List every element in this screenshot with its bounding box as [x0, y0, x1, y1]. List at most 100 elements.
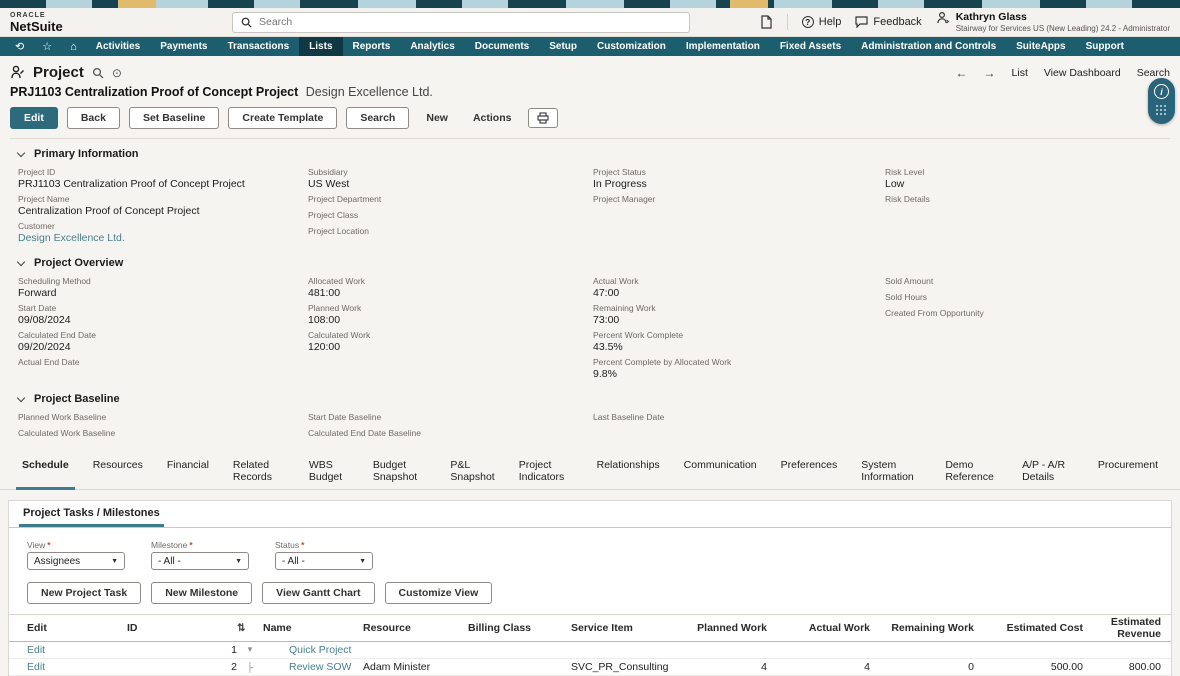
- nav-item[interactable]: Lists: [299, 37, 342, 56]
- nav-item[interactable]: Implementation: [676, 37, 770, 56]
- tab[interactable]: Schedule: [10, 454, 81, 489]
- new-project-task-button[interactable]: New Project Task: [27, 582, 141, 604]
- shortcuts-star-icon[interactable]: ☆: [33, 37, 61, 56]
- tab[interactable]: Communication: [672, 454, 769, 489]
- tab[interactable]: A/P - A/R Details: [1010, 454, 1086, 489]
- edit-link[interactable]: Edit: [27, 661, 127, 673]
- column-header-actual-work[interactable]: Actual Work: [767, 622, 870, 634]
- user-menu[interactable]: Kathryn Glass Stairway for Services US (…: [936, 11, 1170, 33]
- customize-view-button[interactable]: Customize View: [385, 582, 493, 604]
- tab[interactable]: Budget Snapshot: [361, 454, 439, 489]
- nav-item[interactable]: Setup: [539, 37, 587, 56]
- actions-menu-button[interactable]: Actions: [465, 108, 520, 128]
- tab[interactable]: Relationships: [585, 454, 672, 489]
- search-link[interactable]: Search: [1137, 67, 1170, 79]
- print-button[interactable]: [528, 108, 558, 128]
- field: Percent Work Complete 43.5%: [593, 330, 885, 354]
- nav-item[interactable]: Analytics: [400, 37, 464, 56]
- subtab-project-tasks[interactable]: Project Tasks / Milestones: [19, 501, 164, 527]
- field: Planned Work 108:00: [308, 303, 593, 327]
- column-header-id[interactable]: ID: [127, 622, 237, 634]
- feedback-button[interactable]: Feedback: [855, 16, 921, 28]
- column-header-remaining-work[interactable]: Remaining Work: [870, 622, 974, 634]
- filter-select[interactable]: Assignees ▼: [27, 552, 125, 570]
- tab[interactable]: P&L Snapshot: [438, 454, 506, 489]
- filter-select[interactable]: - All - ▼: [275, 552, 373, 570]
- edit-button[interactable]: Edit: [10, 107, 58, 129]
- column-header-planned-work[interactable]: Planned Work: [691, 622, 767, 634]
- create-template-button[interactable]: Create Template: [228, 107, 337, 129]
- tree-glyph[interactable]: ▾: [237, 644, 263, 655]
- tab[interactable]: WBS Budget: [297, 454, 361, 489]
- sort-icon[interactable]: ⇅: [237, 623, 263, 634]
- netsuite-logo[interactable]: ORACLE NetSuite: [10, 12, 63, 33]
- project-baseline-header[interactable]: Project Baseline: [18, 393, 1162, 405]
- customize-icon[interactable]: ⊙: [112, 66, 122, 80]
- primary-information-header[interactable]: Primary Information: [18, 148, 1162, 160]
- nav-item[interactable]: Support: [1076, 37, 1134, 56]
- nav-item[interactable]: Documents: [465, 37, 539, 56]
- info-icon[interactable]: i: [1154, 84, 1169, 99]
- field-label: Project Manager: [593, 194, 885, 205]
- nav-item[interactable]: Administration and Controls: [851, 37, 1006, 56]
- set-baseline-button[interactable]: Set Baseline: [129, 107, 219, 129]
- column-header-resource[interactable]: Resource: [363, 622, 468, 634]
- field: Project Name Centralization Proof of Con…: [18, 194, 308, 218]
- previous-record-button[interactable]: ←: [956, 66, 968, 80]
- field: Percent Complete by Allocated Work 9.8%: [593, 357, 885, 381]
- filter-select[interactable]: - All - ▼: [151, 552, 249, 570]
- tab[interactable]: System Information: [849, 454, 933, 489]
- task-id: 2: [127, 661, 237, 673]
- nav-item[interactable]: Transactions: [217, 37, 299, 56]
- field-label: Allocated Work: [308, 276, 593, 287]
- collapse-chevron-icon: [17, 393, 25, 401]
- record-search-icon[interactable]: [92, 67, 104, 79]
- nav-item[interactable]: Activities: [86, 37, 150, 56]
- nav-item[interactable]: Reports: [343, 37, 401, 56]
- column-header-estimated-cost[interactable]: Estimated Cost: [974, 622, 1083, 634]
- nav-item[interactable]: Payments: [150, 37, 217, 56]
- quick-add-button[interactable]: [760, 15, 773, 29]
- remaining-work-cell: 0: [870, 661, 974, 673]
- field: Actual Work 47:00: [593, 276, 885, 300]
- next-record-button[interactable]: →: [984, 66, 996, 80]
- task-name-link[interactable]: Review SOW: [263, 661, 363, 673]
- record-title: PRJ1103 Centralization Proof of Concept …: [10, 85, 298, 99]
- collapse-chevron-icon: [17, 257, 25, 265]
- apps-grid-icon[interactable]: [1156, 105, 1168, 117]
- edit-link[interactable]: Edit: [27, 644, 127, 656]
- new-milestone-button[interactable]: New Milestone: [151, 582, 252, 604]
- tab[interactable]: Related Records: [221, 454, 297, 489]
- column-header-estimated-revenue[interactable]: Estimated Revenue: [1083, 616, 1161, 640]
- view-dashboard-link[interactable]: View Dashboard: [1044, 67, 1121, 79]
- assistant-widget[interactable]: i: [1148, 78, 1175, 124]
- back-button[interactable]: Back: [67, 107, 120, 129]
- home-icon[interactable]: ⌂: [61, 37, 86, 56]
- subtab-bar: Project Tasks / Milestones: [9, 501, 1171, 528]
- help-button[interactable]: ? Help: [802, 16, 842, 28]
- task-name-link[interactable]: Quick Project: [263, 644, 363, 656]
- nav-item[interactable]: Customization: [587, 37, 676, 56]
- tab[interactable]: Project Indicators: [507, 454, 585, 489]
- project-overview-header[interactable]: Project Overview: [18, 257, 1162, 269]
- search-button[interactable]: Search: [346, 107, 409, 129]
- tree-glyph[interactable]: ├: [237, 662, 263, 672]
- tab[interactable]: Resources: [81, 454, 155, 489]
- nav-item[interactable]: Fixed Assets: [770, 37, 851, 56]
- global-search[interactable]: [232, 12, 690, 33]
- tab[interactable]: Financial: [155, 454, 221, 489]
- column-header-billing-class[interactable]: Billing Class: [468, 622, 571, 634]
- view-gantt-chart-button[interactable]: View Gantt Chart: [262, 582, 374, 604]
- recent-records-icon[interactable]: ⟲: [6, 37, 33, 56]
- column-header-service-item[interactable]: Service Item: [571, 622, 691, 634]
- column-header-edit[interactable]: Edit: [27, 622, 127, 634]
- tab[interactable]: Preferences: [769, 454, 850, 489]
- column-header-name[interactable]: Name: [263, 622, 363, 634]
- global-search-input[interactable]: [259, 16, 681, 28]
- list-link[interactable]: List: [1012, 67, 1028, 79]
- nav-item[interactable]: SuiteApps: [1006, 37, 1075, 56]
- new-menu-button[interactable]: New: [418, 108, 456, 128]
- tab[interactable]: Procurement: [1086, 454, 1170, 489]
- section-project-overview: Project Overview Scheduling Method Forwa…: [0, 248, 1180, 384]
- tab[interactable]: Demo Reference: [933, 454, 1010, 489]
